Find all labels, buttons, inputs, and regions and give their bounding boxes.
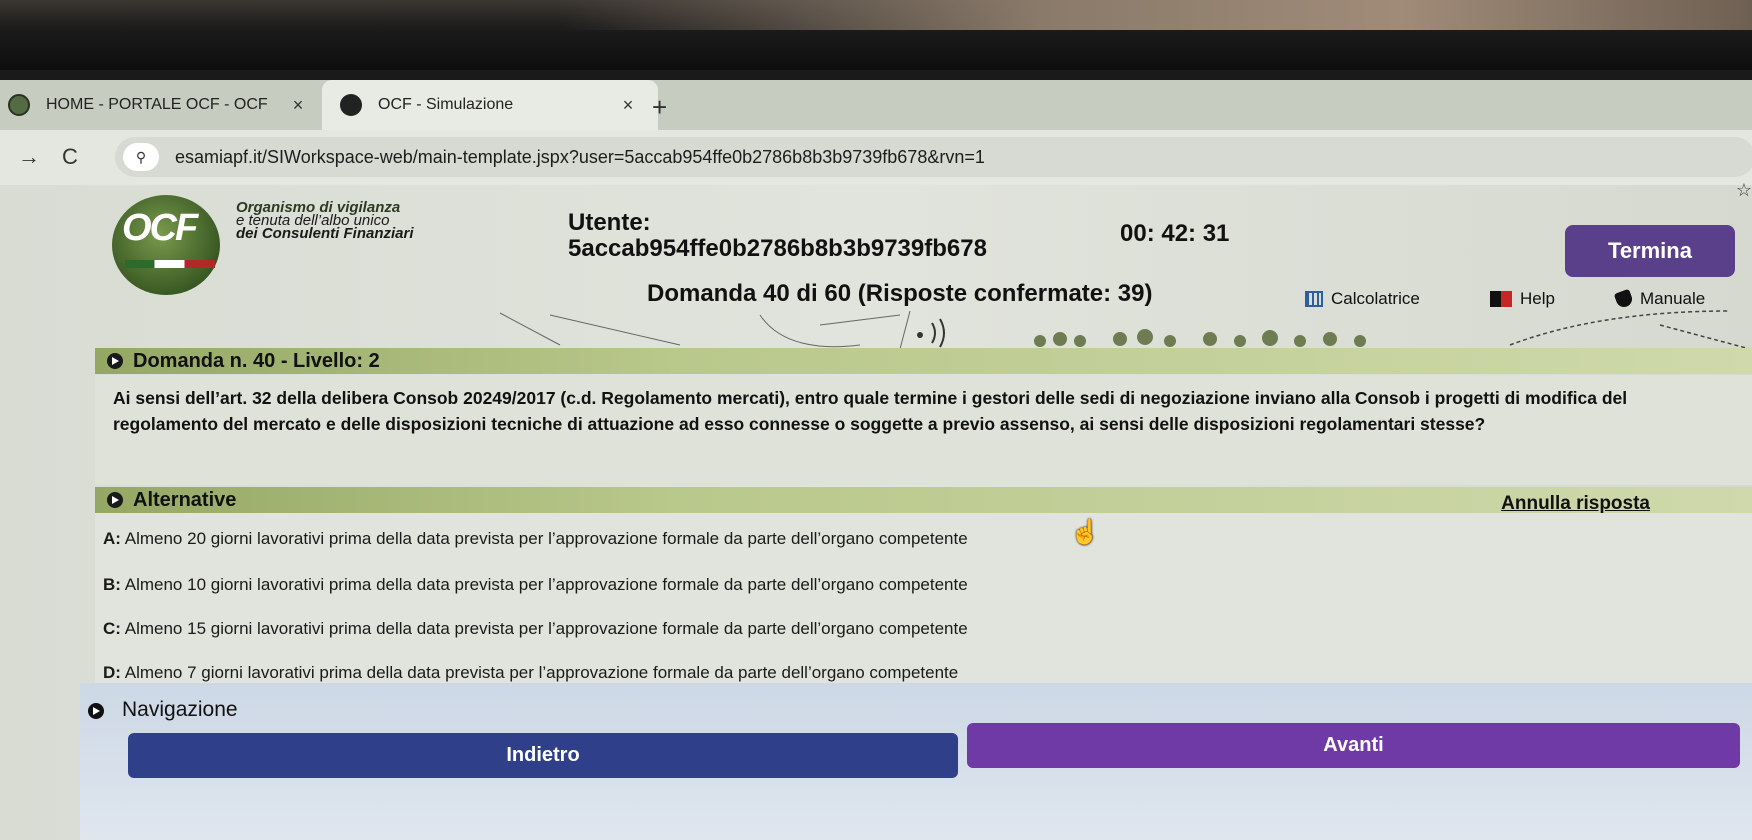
address-bar[interactable]: ⚲ esamiapf.it/SIWorkspace-web/main-templ… xyxy=(115,137,1752,177)
forward-arrow-icon[interactable]: → xyxy=(18,144,40,170)
user-id: 5accab954ffe0b2786b8b3b9739fb678 xyxy=(568,235,987,262)
section-bullet-icon xyxy=(107,353,123,369)
bookmark-star-icon[interactable]: ☆ xyxy=(1736,180,1752,201)
avanti-button[interactable]: Avanti xyxy=(967,723,1740,768)
tab-simulazione[interactable]: OCF - Simulazione × xyxy=(322,80,658,130)
section-bullet-icon xyxy=(107,492,123,508)
page: OCF Organismo di vigilanza e tenuta dell… xyxy=(0,185,1752,840)
answer-text: Almeno 20 giorni lavorativi prima della … xyxy=(124,529,968,548)
annulla-risposta-link[interactable]: Annulla risposta xyxy=(1501,493,1650,515)
browser-toolbar: → C ⚲ esamiapf.it/SIWorkspace-web/main-t… xyxy=(0,130,1752,185)
question-panel: Ai sensi dell’art. 32 della delibera Con… xyxy=(95,375,1752,485)
tab-home-portale[interactable]: HOME - PORTALE OCF - OCF × xyxy=(0,80,328,130)
logo-text: OCF xyxy=(122,207,198,249)
page-favicon-icon xyxy=(340,94,362,116)
tab-strip: HOME - PORTALE OCF - OCF × OCF - Simulaz… xyxy=(0,80,1752,130)
question-section-title: Domanda n. 40 - Livello: 2 xyxy=(133,350,380,372)
answer-text: Almeno 7 giorni lavorativi prima della d… xyxy=(124,663,959,682)
hand-cursor-icon: ☝ xyxy=(1070,519,1100,546)
answer-letter: D: xyxy=(103,663,121,682)
section-bullet-icon xyxy=(88,703,104,719)
answer-option-c[interactable]: C: Almeno 15 giorni lavorativi prima del… xyxy=(103,619,968,639)
site-info-icon[interactable]: ⚲ xyxy=(123,143,159,171)
question-text: Ai sensi dell’art. 32 della delibera Con… xyxy=(113,388,1628,434)
answer-text: Almeno 15 giorni lavorativi prima della … xyxy=(124,619,968,638)
user-label: Utente: xyxy=(568,209,651,236)
org-line-3: dei Consulenti Finanziari xyxy=(236,225,414,242)
question-counter: Domanda 40 di 60 (Risposte confermate: 3… xyxy=(647,280,1153,307)
url-text[interactable]: esamiapf.it/SIWorkspace-web/main-templat… xyxy=(175,147,985,168)
indietro-button[interactable]: Indietro xyxy=(128,733,958,778)
close-icon[interactable]: × xyxy=(616,95,640,116)
navigation-section: Navigazione Indietro Avanti xyxy=(80,683,1752,840)
termina-button[interactable]: Termina xyxy=(1565,225,1735,277)
tab-title: HOME - PORTALE OCF - OCF xyxy=(46,96,268,113)
flag-stripe xyxy=(125,260,215,268)
answer-letter: B: xyxy=(103,575,121,594)
reload-icon[interactable]: C xyxy=(62,144,78,170)
organization-name: Organismo di vigilanza e tenuta dell’alb… xyxy=(236,200,414,242)
answer-letter: A: xyxy=(103,529,121,548)
answer-letter: C: xyxy=(103,619,121,638)
background-wall xyxy=(560,0,1752,30)
decorative-banner xyxy=(499,310,1751,350)
answer-option-a[interactable]: A: Almeno 20 giorni lavorativi prima del… xyxy=(103,529,968,549)
answers-panel: A: Almeno 20 giorni lavorativi prima del… xyxy=(95,513,1752,685)
countdown-timer: 00: 42: 31 xyxy=(1120,220,1230,247)
question-section-header: Domanda n. 40 - Livello: 2 xyxy=(95,348,1752,374)
answer-option-b[interactable]: B: Almeno 10 giorni lavorativi prima del… xyxy=(103,575,968,595)
navigation-title: Navigazione xyxy=(122,698,238,721)
alternatives-section-title: Alternative xyxy=(133,489,237,511)
alternatives-section-header: Alternative Annulla risposta xyxy=(95,487,1752,515)
new-tab-button[interactable]: + xyxy=(652,92,667,123)
ocf-favicon-icon xyxy=(8,94,30,116)
close-icon[interactable]: × xyxy=(286,95,310,116)
answer-text: Almeno 10 giorni lavorativi prima della … xyxy=(124,575,968,594)
answer-option-d[interactable]: D: Almeno 7 giorni lavorativi prima dell… xyxy=(103,663,958,683)
tab-title: OCF - Simulazione xyxy=(378,96,514,113)
